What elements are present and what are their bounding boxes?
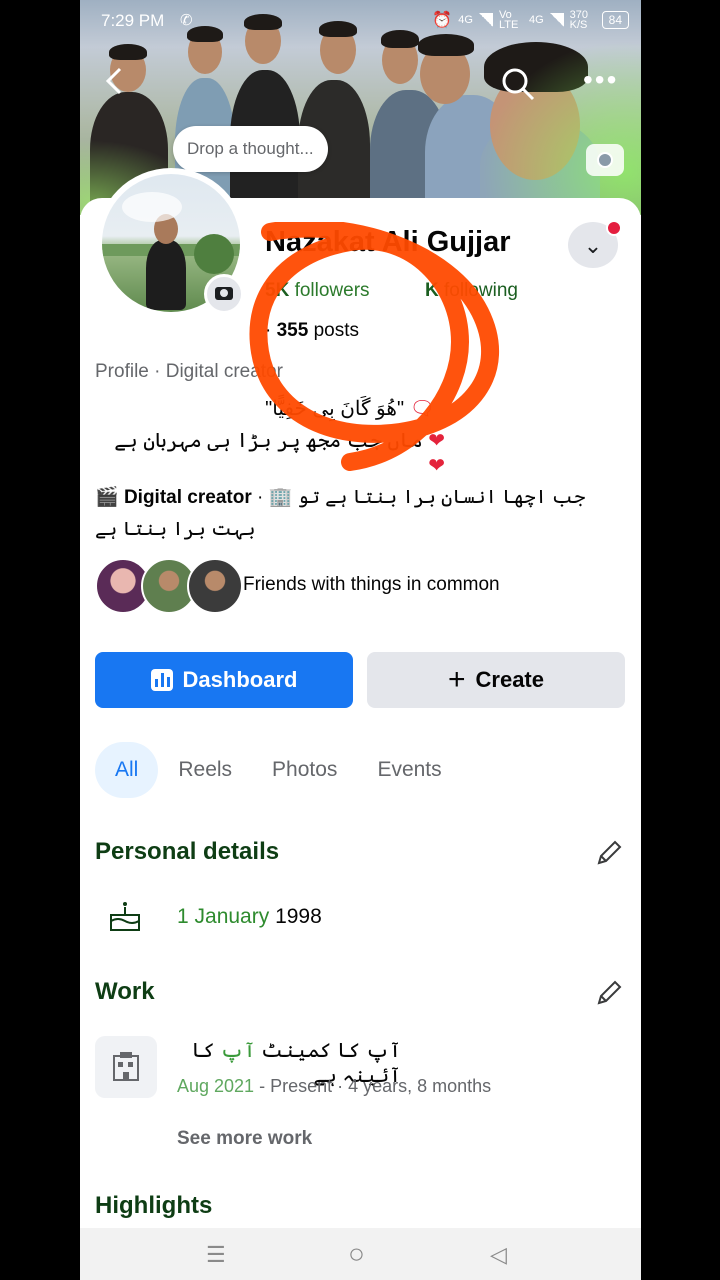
menu-icon[interactable]: ☰ xyxy=(206,1242,226,1268)
alarm-icon: ⏰ xyxy=(432,12,453,29)
edit-pencil-icon[interactable] xyxy=(594,838,624,868)
work-heading: Work xyxy=(95,978,155,1005)
notification-dot xyxy=(606,220,622,236)
system-nav-bar: ☰ ○ ◁ xyxy=(80,1228,641,1280)
back-icon[interactable] xyxy=(100,66,130,96)
digital-creator-label: Digital creator xyxy=(123,487,252,508)
signal-icon xyxy=(478,13,493,27)
edit-pencil-icon[interactable] xyxy=(594,978,624,1008)
highlights-heading: Highlights xyxy=(95,1192,213,1219)
whatsapp-icon: ✆ xyxy=(180,12,193,29)
search-icon[interactable] xyxy=(500,66,536,107)
network-type-2: 4G xyxy=(528,14,544,26)
network-type-1: 4G xyxy=(458,14,473,26)
network-speed: 370 K/S xyxy=(569,9,588,31)
phone-screen: 7:29 PM ✆ ⏰ 4G Vo LTE 4G 370 K/S 84 ••• … xyxy=(80,0,641,1280)
create-label: Create xyxy=(475,667,544,692)
birthday-cake-icon xyxy=(108,899,142,933)
status-time: 7:29 PM xyxy=(101,11,165,30)
see-more-work-link[interactable]: See more work xyxy=(177,1128,312,1150)
more-options-icon[interactable]: ••• xyxy=(583,66,618,94)
annotation-circle xyxy=(249,222,499,471)
tab-all[interactable]: All xyxy=(95,742,159,798)
tab-photos[interactable]: Photos xyxy=(252,742,357,798)
battery-icon: 84 xyxy=(601,11,629,29)
birthday-date: 1 January 1998 xyxy=(177,905,322,928)
plus-icon: + xyxy=(447,663,466,696)
digital-creator-line: 🎬 Digital creator · 🏢 جب اچھا انسان برا … xyxy=(95,487,586,540)
profile-tabs: All Reels Photos Events xyxy=(95,742,462,798)
friend-avatar xyxy=(187,558,243,614)
work-building-icon xyxy=(95,1036,157,1098)
dashboard-label: Dashboard xyxy=(182,667,298,692)
back-nav-icon[interactable]: ◁ xyxy=(490,1242,507,1268)
tab-events[interactable]: Events xyxy=(357,742,461,798)
tab-reels[interactable]: Reels xyxy=(158,742,252,798)
home-icon[interactable]: ○ xyxy=(348,1238,365,1270)
thought-bubble[interactable]: Drop a thought... xyxy=(173,126,328,172)
friends-text: Friends with things in common xyxy=(243,574,500,595)
create-button[interactable]: + Create xyxy=(367,652,625,708)
dashboard-button[interactable]: Dashboard xyxy=(95,652,353,708)
work-dates: Aug 2021 - Present · 4 years, 8 months xyxy=(177,1076,492,1096)
dashboard-icon xyxy=(150,669,173,691)
signal-icon-2 xyxy=(549,13,564,27)
building-icon: 🏢 xyxy=(268,487,293,508)
status-bar: 7:29 PM ✆ ⏰ 4G Vo LTE 4G 370 K/S 84 xyxy=(80,6,641,36)
volte-label: Vo LTE xyxy=(498,9,519,31)
clapper-icon: 🎬 xyxy=(95,487,119,508)
personal-details-heading: Personal details xyxy=(95,838,280,865)
camera-icon[interactable] xyxy=(586,144,624,176)
